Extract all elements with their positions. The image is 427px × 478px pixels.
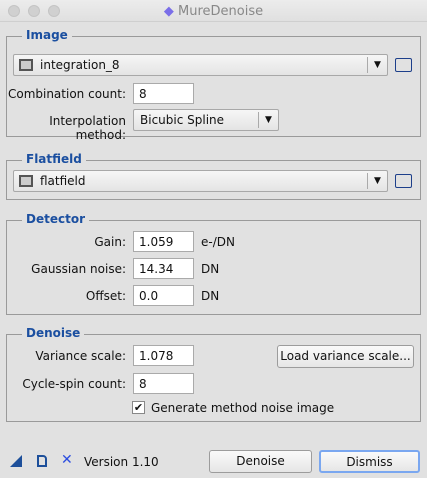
cycle-spin-input[interactable]: 8 [133,373,194,394]
combination-count-label: Combination count: [7,87,126,101]
image-group-title: Image [22,28,72,42]
gain-label: Gain: [94,235,126,249]
version-label: Version 1.10 [84,455,159,469]
flatfield-view-value: flatfield [40,174,86,188]
load-variance-scale-button[interactable]: Load variance scale... [277,345,414,368]
app-icon: ◆ [163,4,174,19]
interpolation-select[interactable]: Bicubic Spline ▼ [133,109,279,131]
denoise-button[interactable]: Denoise [209,450,312,473]
interpolation-value: Bicubic Spline [140,113,225,127]
chevron-down-icon: ▼ [367,173,387,189]
interpolation-label: Interpolation method: [49,114,126,142]
combination-count-input[interactable]: 8 [133,83,194,104]
variance-scale-label: Variance scale: [35,349,126,363]
gain-unit: e-/DN [201,235,235,249]
chevron-down-icon: ▼ [258,112,278,128]
image-icon [19,175,33,187]
offset-input[interactable]: 0.0 [133,285,194,306]
reset-icon[interactable]: ✕ [61,452,73,468]
gaussian-noise-input[interactable]: 14.34 [133,258,194,279]
flatfield-view-select[interactable]: flatfield ▼ [13,170,388,192]
comment-icon[interactable] [395,58,412,72]
offset-label: Offset: [85,289,126,303]
image-view-select[interactable]: integration_8 ▼ [13,54,388,76]
browse-documentation-icon[interactable] [37,455,47,467]
gaussian-noise-unit: DN [201,262,220,276]
dismiss-button[interactable]: Dismiss [319,450,420,473]
generate-noise-label: Generate method noise image [151,401,335,415]
variance-scale-input[interactable]: 1.078 [133,345,194,366]
image-icon [19,59,33,71]
generate-noise-checkbox[interactable]: ✔ [132,401,145,414]
cycle-spin-label: Cycle-spin count: [22,377,126,391]
denoise-group-title: Denoise [22,326,85,340]
gaussian-noise-label: Gaussian noise: [31,262,126,276]
detector-group-title: Detector [22,212,89,226]
window-title: ◆ MureDenoise [0,4,427,19]
comment-icon[interactable] [395,174,412,188]
gain-input[interactable]: 1.059 [133,231,194,252]
chevron-down-icon: ▼ [367,57,387,73]
window-title-text: MureDenoise [178,4,264,19]
offset-unit: DN [201,289,220,303]
new-instance-icon[interactable] [10,455,22,467]
title-bar: ◆ MureDenoise [0,0,427,22]
flatfield-group-title: Flatfield [22,152,86,166]
image-view-value: integration_8 [40,58,120,72]
